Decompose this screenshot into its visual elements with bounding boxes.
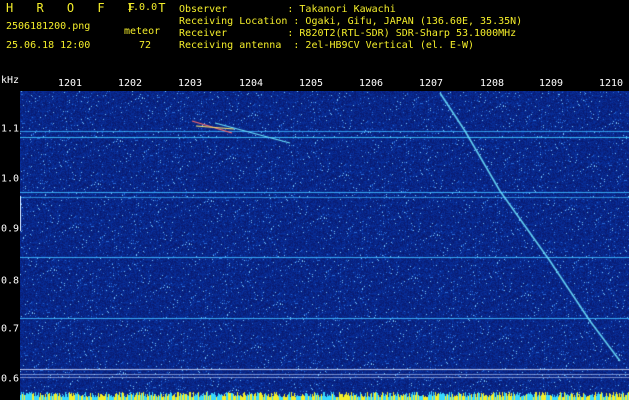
time-tick-1203: 1203 <box>177 78 203 89</box>
mode-label: meteor <box>124 26 161 37</box>
datetime-label: 25.06.18 12:00 <box>6 40 91 51</box>
time-tick-1205: 1205 <box>298 78 324 89</box>
time-tick-1210: 1210 <box>598 78 624 89</box>
time-axis: 1201 1202 1203 1204 1205 1206 1207 1208 1209 1210 <box>0 78 629 92</box>
frequency-axis: 1.1 1.0 0.9 0.8 0.7 0.6 <box>0 91 20 400</box>
hrofft-window: H R O F F T 1.0.0 2506181200.png meteor … <box>0 0 629 400</box>
freq-tick-0-6: 0.6 <box>1 373 20 385</box>
freq-tick-0-8: 0.8 <box>1 275 20 287</box>
meteor-count: 72 <box>139 40 152 51</box>
receiver-info: Receiver : R820T2(RTL-SDR) SDR-Sharp 53.… <box>179 28 517 39</box>
freq-tick-1-0: 1.0 <box>1 173 20 185</box>
file-name: 2506181200.png <box>6 21 91 32</box>
spectrogram <box>20 91 629 400</box>
antenna-info: Receiving antenna : 2el-HB9CV Vertical (… <box>179 40 475 51</box>
freq-tick-0-7: 0.7 <box>1 323 20 335</box>
time-tick-1204: 1204 <box>238 78 264 89</box>
time-tick-1209: 1209 <box>538 78 564 89</box>
location-info: Receiving Location : Ogaki, Gifu, JAPAN … <box>179 16 523 27</box>
time-tick-1208: 1208 <box>479 78 505 89</box>
time-tick-1207: 1207 <box>418 78 444 89</box>
time-tick-1206: 1206 <box>358 78 384 89</box>
observer-info: Observer : Takanori Kawachi <box>179 4 396 15</box>
freq-tick-0-9: 0.9 <box>1 223 20 235</box>
app-version: 1.0.0 <box>127 2 158 13</box>
time-tick-1202: 1202 <box>117 78 143 89</box>
freq-tick-1-1: 1.1 <box>1 123 20 135</box>
time-tick-1201: 1201 <box>57 78 83 89</box>
